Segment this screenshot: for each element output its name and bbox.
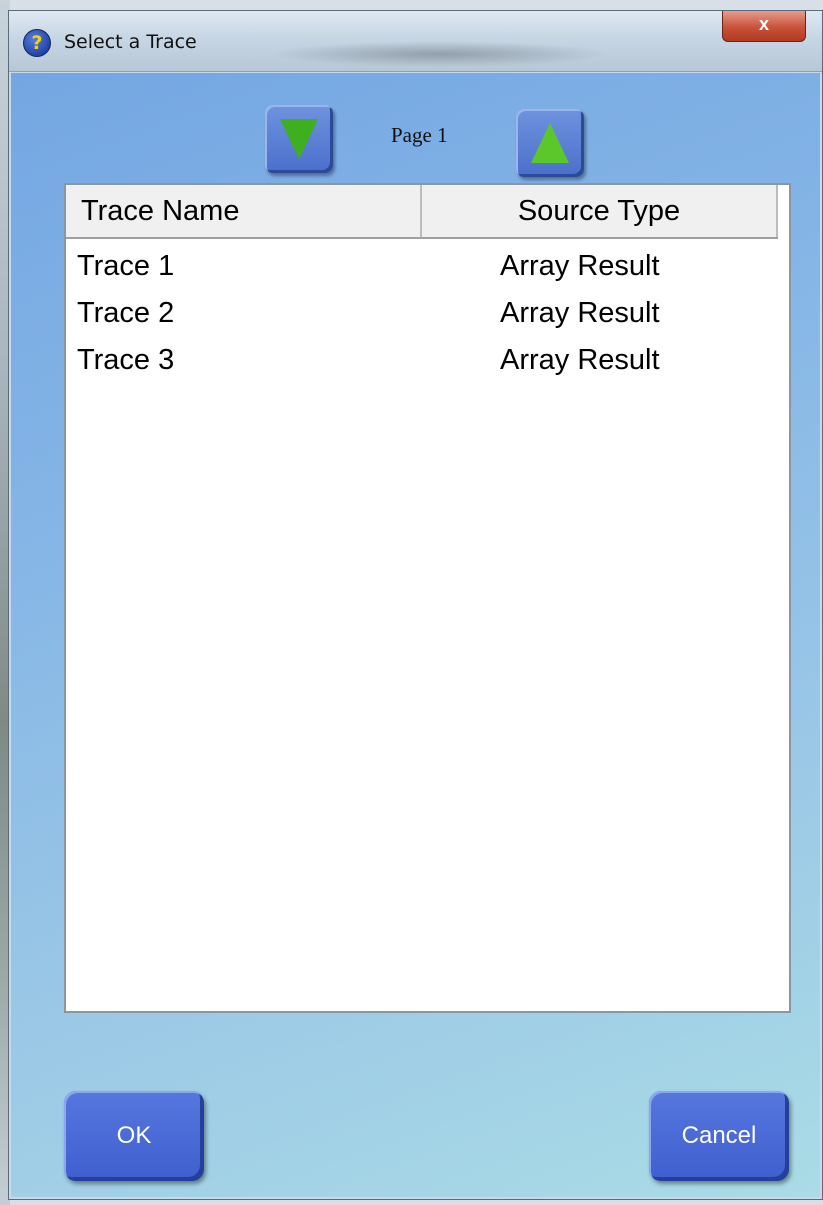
title-bar-glass [269,41,609,67]
source-type-cell: Array Result [500,297,660,329]
page-indicator: Page 1 [391,123,448,147]
help-icon: ? [23,29,51,57]
source-type-cell: Array Result [500,344,660,376]
list-header: Trace Name Source Type [66,185,778,239]
trace-list[interactable]: Trace Name Source Type Trace 1 Array Res… [64,183,791,1013]
trace-name-cell: Trace 1 [77,250,175,282]
close-button[interactable]: x [722,11,806,42]
trace-name-cell: Trace 2 [77,297,175,329]
title-bar[interactable]: ? Select a Trace x [9,11,822,72]
list-item[interactable]: Trace 3 Array Result [66,337,789,384]
source-type-cell: Array Result [500,250,660,282]
next-page-button[interactable] [516,109,584,177]
list-item[interactable]: Trace 1 Array Result [66,243,789,290]
list-rows: Trace 1 Array Result Trace 2 Array Resul… [66,243,789,384]
trace-name-cell: Trace 3 [77,344,175,376]
list-item[interactable]: Trace 2 Array Result [66,290,789,337]
column-header-source-type[interactable]: Source Type [422,185,778,237]
window-title: Select a Trace [64,31,197,53]
arrow-up-icon [531,123,569,163]
column-header-trace-name[interactable]: Trace Name [66,185,422,237]
cancel-button[interactable]: Cancel [649,1091,789,1181]
arrow-down-icon [280,119,318,159]
select-trace-dialog: ? Select a Trace x Page 1 Trace Name Sou… [8,10,823,1200]
ok-button[interactable]: OK [64,1091,204,1181]
previous-page-button[interactable] [265,105,333,173]
dialog-body: Page 1 Trace Name Source Type Trace 1 Ar… [11,73,820,1197]
